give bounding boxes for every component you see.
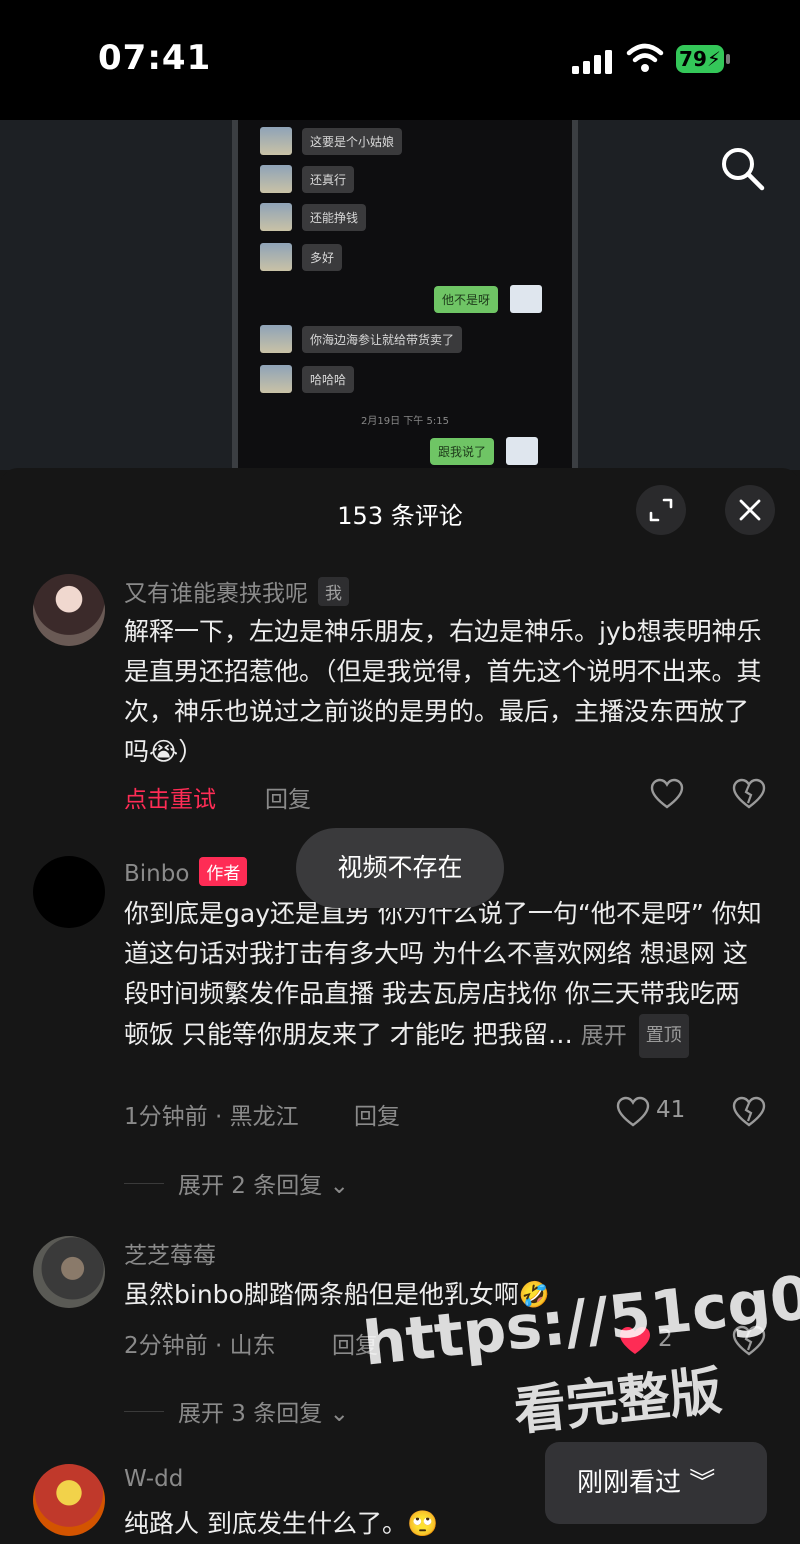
- divider-line: [124, 1183, 164, 1184]
- self-tag: 我: [318, 577, 349, 606]
- chat-bubble: 这要是个小姑娘: [302, 127, 403, 155]
- recently-watched-button[interactable]: 刚刚看过 ︾: [545, 1442, 767, 1524]
- cellular-signal-icon: [572, 50, 612, 74]
- reply-button[interactable]: 回复: [354, 1097, 400, 1131]
- chat-avatar: [506, 437, 539, 465]
- chat-avatar: [510, 285, 543, 313]
- dislike-broken-heart-icon[interactable]: [732, 778, 766, 810]
- battery-indicator: 79⚡: [676, 45, 730, 75]
- comment-meta: 2分钟前 · 山东: [124, 1333, 276, 1359]
- chat-bubble: 还真行: [302, 165, 355, 193]
- chevron-down-icon: ⌄: [329, 1173, 349, 1199]
- dislike-broken-heart-icon[interactable]: [732, 1325, 766, 1357]
- chat-message: 你海边海参让就给带货卖了: [260, 325, 463, 353]
- comment-username[interactable]: 芝芝莓莓: [124, 1236, 216, 1270]
- chat-avatar: [260, 365, 292, 393]
- chat-bubble: 你海边海参让就给带货卖了: [302, 325, 463, 353]
- comment-username[interactable]: W-dd: [124, 1466, 183, 1492]
- like-count: 2: [658, 1326, 673, 1352]
- dislike-broken-heart-icon[interactable]: [732, 1096, 766, 1128]
- retry-button[interactable]: 点击重试: [124, 780, 216, 814]
- comment-username[interactable]: Binbo 作者: [124, 857, 248, 887]
- chat-avatar: [260, 203, 292, 231]
- chat-message: 他不是呀: [434, 285, 543, 313]
- chat-bubble: 他不是呀: [434, 285, 499, 313]
- username-text: 又有谁能裹挟我呢: [124, 581, 308, 607]
- expand-replies-button[interactable]: 展开 2 条回复 ⌄: [178, 1166, 349, 1200]
- chat-bubble: 还能挣钱: [302, 203, 367, 231]
- recently-watched-label: 刚刚看过: [577, 1468, 682, 1498]
- chat-message: 还真行: [260, 165, 355, 193]
- pinned-tag: 置顶: [638, 1014, 689, 1058]
- chat-message: 这要是个小姑娘: [260, 127, 403, 155]
- battery-cap: [726, 54, 730, 64]
- chat-bubble: 哈哈哈: [302, 365, 355, 393]
- commenter-avatar[interactable]: [33, 1236, 105, 1308]
- double-chevron-down-icon: ︾: [689, 1468, 716, 1498]
- search-icon[interactable]: [718, 144, 766, 192]
- author-tag: 作者: [199, 857, 248, 886]
- status-time: 07:41: [98, 38, 212, 78]
- expand-icon: [649, 498, 673, 522]
- chat-message: 多好: [260, 243, 343, 271]
- commenter-avatar[interactable]: [33, 574, 105, 646]
- chat-timestamp: 2月19日 下午 5:15: [361, 416, 449, 427]
- comment-text: 虽然binbo脚踏俩条船但是他乳女啊🤣: [124, 1280, 550, 1309]
- expand-replies-label: 展开 2 条回复: [178, 1173, 323, 1199]
- commenter-avatar[interactable]: [33, 1464, 105, 1536]
- battery-level: 79: [679, 47, 707, 71]
- chat-avatar: [260, 243, 292, 271]
- chat-message: 还能挣钱: [260, 203, 367, 231]
- charging-icon: ⚡: [706, 47, 721, 71]
- expand-text-link[interactable]: 展开: [581, 1023, 627, 1049]
- reply-button[interactable]: 回复: [265, 780, 311, 814]
- chat-message: 哈哈哈: [260, 365, 355, 393]
- chat-bubble: 多好: [302, 243, 343, 271]
- like-heart-icon[interactable]: [616, 1096, 650, 1128]
- expand-replies-button[interactable]: 展开 3 条回复 ⌄: [178, 1394, 349, 1428]
- comment-meta: 1分钟前 · 黑龙江: [124, 1104, 299, 1130]
- chat-avatar: [260, 325, 292, 353]
- divider-line: [124, 1411, 164, 1412]
- toast-message: 视频不存在: [296, 828, 504, 908]
- status-bar: 07:41 79⚡: [0, 0, 800, 120]
- expand-replies-label: 展开 3 条回复: [178, 1401, 323, 1427]
- username-text: Binbo: [124, 861, 190, 887]
- like-heart-icon[interactable]: [650, 778, 684, 810]
- chat-message: 跟我说了: [430, 437, 539, 465]
- liked-heart-icon[interactable]: [618, 1325, 652, 1357]
- chat-bubble: 跟我说了: [430, 437, 495, 465]
- commenter-avatar[interactable]: [33, 856, 105, 928]
- reply-button[interactable]: 回复: [332, 1326, 378, 1360]
- wifi-icon: [626, 43, 664, 72]
- comment-username[interactable]: 又有谁能裹挟我呢我: [124, 574, 349, 608]
- close-icon: [739, 499, 761, 521]
- close-button[interactable]: [725, 485, 775, 535]
- video-player[interactable]: 这要是个小姑娘 还真行 还能挣钱 多好 他不是呀 你海边海参让就给带货卖了 哈哈…: [0, 120, 800, 470]
- comment-text: 你到底是gay还是直男 你为什么说了一句“他不是呀” 你知道这句话对我打击有多大…: [124, 894, 764, 1058]
- chat-avatar: [260, 165, 292, 193]
- chevron-down-icon: ⌄: [329, 1401, 349, 1427]
- like-count: 41: [656, 1097, 686, 1123]
- comment-text: 解释一下，左边是神乐朋友，右边是神乐。jyb想表明神乐是直男还招惹他。（但是我觉…: [124, 617, 762, 766]
- video-phone-screen: 这要是个小姑娘 还真行 还能挣钱 多好 他不是呀 你海边海参让就给带货卖了 哈哈…: [232, 120, 578, 470]
- chat-avatar: [260, 127, 292, 155]
- expand-sheet-button[interactable]: [636, 485, 686, 535]
